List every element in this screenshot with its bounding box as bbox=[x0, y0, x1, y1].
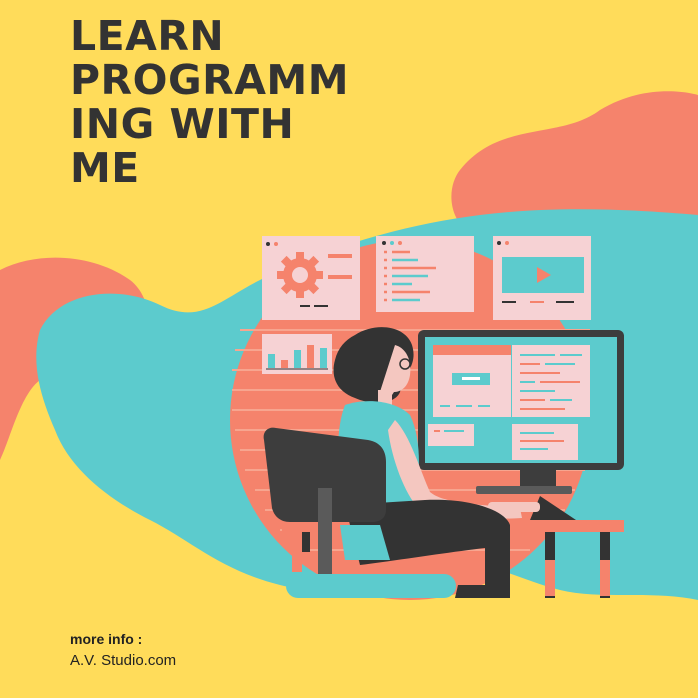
footer-info: more info : A.V. Studio.com bbox=[70, 628, 176, 672]
code-window-icon bbox=[376, 236, 474, 312]
poster: LEARN PROGRAMM ING WITH ME more info : A… bbox=[0, 0, 698, 698]
video-player-icon bbox=[493, 236, 591, 320]
title-line: LEARN bbox=[70, 12, 225, 60]
title-line: ING WITH bbox=[70, 100, 295, 148]
gear-panel bbox=[262, 236, 360, 320]
title-line: ME bbox=[70, 144, 140, 192]
page-title: LEARN PROGRAMM ING WITH ME bbox=[70, 14, 370, 190]
computer-monitor-icon bbox=[418, 330, 624, 494]
title-line: PROGRAMM bbox=[70, 56, 350, 104]
more-info-label: more info : bbox=[70, 631, 143, 647]
studio-link[interactable]: A.V. Studio.com bbox=[70, 650, 176, 672]
bar-chart-icon bbox=[262, 334, 332, 374]
